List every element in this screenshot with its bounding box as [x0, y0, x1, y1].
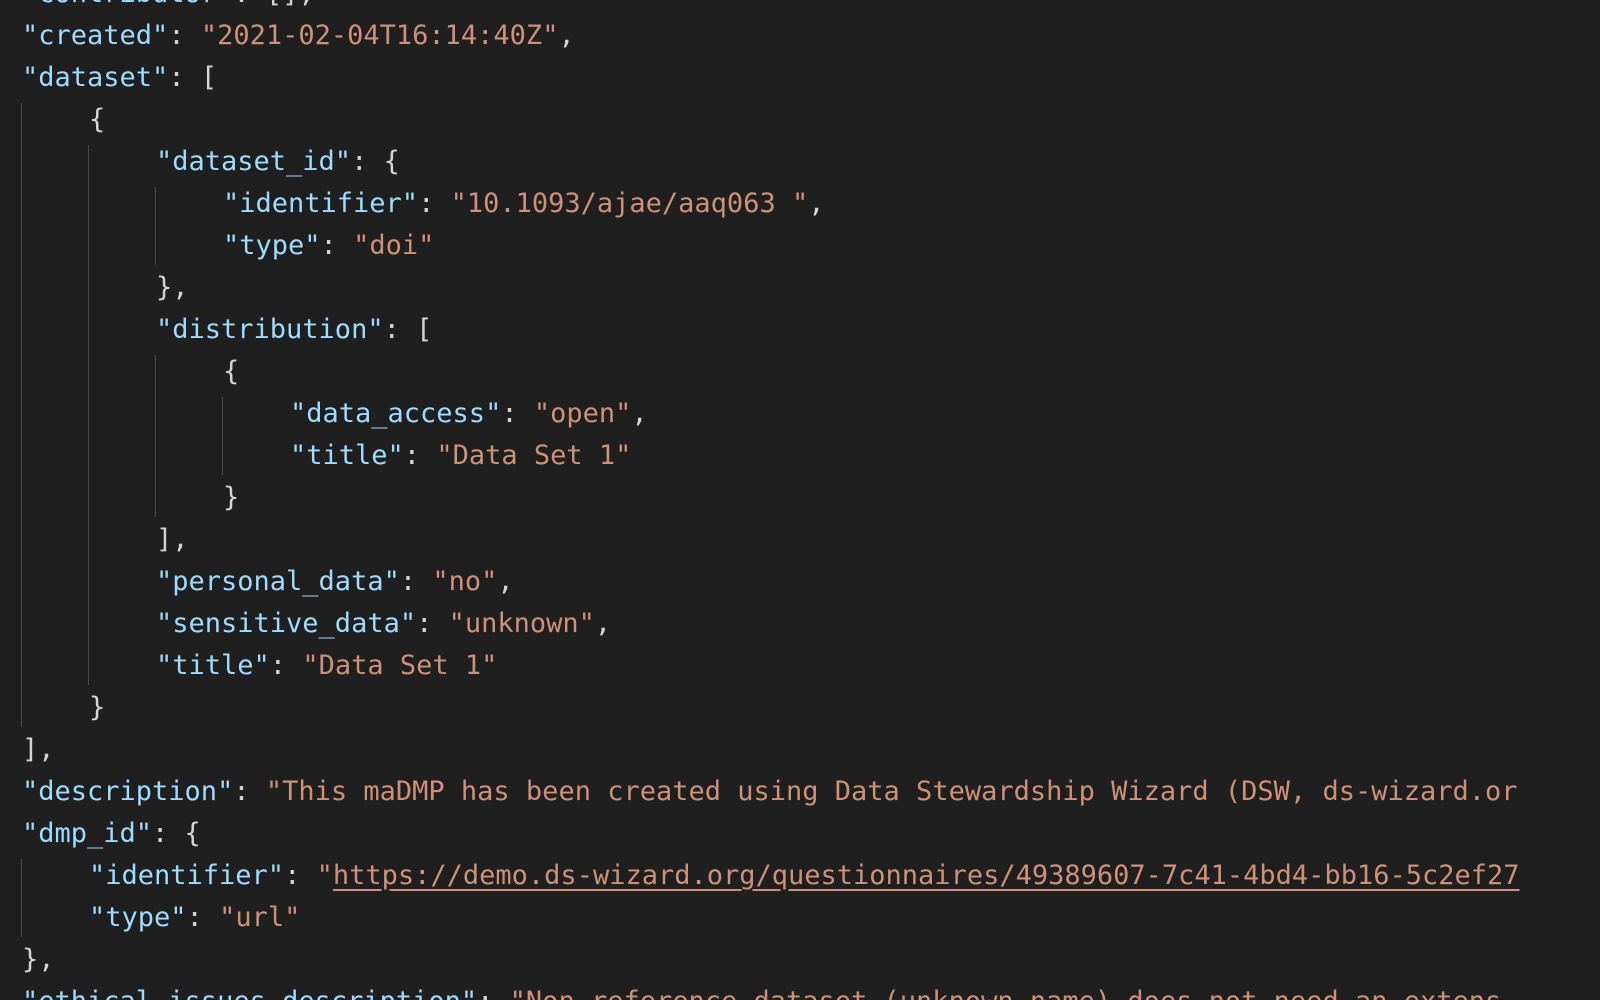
json-key: "type" [223, 230, 321, 261]
code-line: "identifier": "10.1093/ajae/aaq063 ", [223, 183, 824, 225]
json-string: "This maDMP has been created using Data … [265, 776, 1518, 807]
json-punctuation: }, [156, 272, 189, 303]
json-key: "dmp_id" [22, 818, 153, 849]
code-line: "sensitive_data": "unknown", [156, 603, 611, 645]
code-line: ], [22, 729, 55, 771]
code-line: ], [156, 519, 189, 561]
code-line: }, [22, 939, 55, 981]
json-punctuation: }, [22, 944, 55, 975]
code-line: "contributor": [], [22, 0, 315, 15]
code-line: "ethical_issues_description": "Non-refer… [22, 981, 1501, 1000]
json-key: "description" [22, 776, 234, 807]
code-line: "description": "This maDMP has been crea… [22, 771, 1518, 813]
code-line: "type": "doi" [223, 225, 434, 267]
json-key: "dataset" [22, 62, 169, 93]
json-string: "Non-reference dataset (unknown name) do… [510, 986, 1502, 1000]
json-key: "dataset_id" [156, 146, 352, 177]
indent-guide [21, 859, 22, 937]
json-punctuation: , [558, 20, 575, 51]
json-key: "identifier" [223, 188, 419, 219]
json-string: "url" [219, 902, 301, 933]
code-line: }, [156, 267, 189, 309]
json-punctuation: { [223, 356, 240, 387]
json-punctuation: : [320, 230, 354, 261]
indent-guide [155, 355, 156, 517]
json-punctuation: : [233, 776, 266, 807]
json-key: "personal_data" [156, 566, 400, 597]
json-punctuation: : [ [383, 314, 433, 345]
json-link[interactable]: https://demo.ds-wizard.org/questionnaire… [333, 860, 1520, 891]
json-punctuation: , [594, 608, 612, 639]
json-key: "title" [290, 440, 404, 471]
code-line: } [223, 477, 239, 519]
json-string: "doi" [353, 230, 435, 261]
json-punctuation: : [186, 902, 220, 933]
code-line: "personal_data": "no", [156, 561, 514, 603]
indent-guide [21, 103, 22, 727]
json-key: "contributor" [22, 0, 233, 9]
indent-guide [222, 397, 223, 475]
json-key: "title" [156, 650, 270, 681]
code-line: "created": "2021-02-04T16:14:40Z", [22, 15, 575, 57]
json-key: "identifier" [89, 860, 285, 891]
code-line: "dmp_id": { [22, 813, 201, 855]
code-editor[interactable]: "contributor": [],"created": "2021-02-04… [0, 0, 1600, 1000]
json-punctuation: ], [22, 734, 55, 765]
code-line: "distribution": [ [156, 309, 432, 351]
indent-guide [88, 145, 89, 685]
json-punctuation: : { [351, 146, 400, 177]
code-line: "title": "Data Set 1" [290, 435, 631, 477]
json-key: "data_access" [290, 398, 502, 429]
json-punctuation: { [89, 104, 106, 135]
json-string: "10.1093/ajae/aaq063 " [450, 188, 809, 219]
json-key: "ethical_issues_description" [22, 986, 477, 1000]
json-string: "open" [533, 398, 632, 429]
json-punctuation: , [497, 566, 514, 597]
json-punctuation: : [403, 440, 437, 471]
code-line: } [89, 687, 105, 729]
json-punctuation: , [631, 398, 648, 429]
json-punctuation: : [], [233, 0, 314, 9]
code-line: "type": "url" [89, 897, 300, 939]
json-punctuation: : [477, 986, 510, 1000]
json-punctuation: } [89, 692, 106, 723]
json-punctuation: } [223, 482, 240, 513]
json-punctuation: , [808, 188, 825, 219]
indent-guide [155, 187, 156, 265]
code-line: "identifier": "https://demo.ds-wizard.or… [89, 855, 1520, 897]
json-punctuation: : [269, 650, 303, 681]
json-key: "distribution" [156, 314, 384, 345]
json-string: " [316, 860, 333, 891]
json-key: "created" [22, 20, 169, 51]
json-punctuation: ], [156, 524, 189, 555]
json-string: "2021-02-04T16:14:40Z" [200, 20, 559, 51]
json-key: "sensitive_data" [156, 608, 417, 639]
json-punctuation: : [284, 860, 317, 891]
code-line: "title": "Data Set 1" [156, 645, 497, 687]
json-string: "no" [432, 566, 498, 597]
json-string: "unknown" [448, 608, 595, 639]
code-line: "dataset": [ [22, 57, 217, 99]
json-punctuation: : [399, 566, 433, 597]
code-line: { [223, 351, 239, 393]
code-line: { [89, 99, 105, 141]
json-punctuation: : [501, 398, 534, 429]
json-key: "type" [89, 902, 187, 933]
json-punctuation: : [168, 20, 201, 51]
json-punctuation: : [ [168, 62, 218, 93]
code-line: "data_access": "open", [290, 393, 648, 435]
json-punctuation: : { [152, 818, 201, 849]
json-string: "Data Set 1" [436, 440, 632, 471]
json-punctuation: : [416, 608, 449, 639]
json-string: "Data Set 1" [302, 650, 498, 681]
json-punctuation: : [418, 188, 451, 219]
code-line: "dataset_id": { [156, 141, 400, 183]
